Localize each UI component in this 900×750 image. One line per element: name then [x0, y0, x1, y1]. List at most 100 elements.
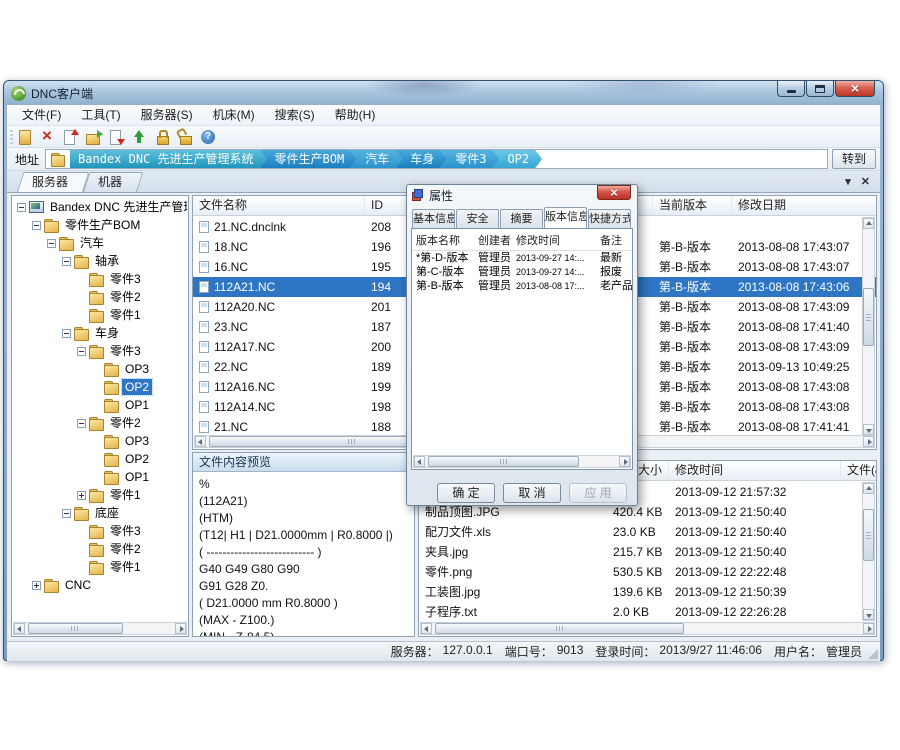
tree-item[interactable]: OP2 [13, 378, 187, 396]
expand-toggle-icon[interactable] [92, 401, 101, 410]
address-field[interactable]: Bandex DNC 先进生产管理系统零件生产BOM汽车车身零件3OP2 [45, 149, 828, 169]
tree-item[interactable]: OP1 [13, 396, 187, 414]
expand-toggle-icon[interactable] [92, 455, 101, 464]
version-row[interactable]: 第-B-版本 管理员 2013-08-08 17:... 老产品程序 [412, 279, 632, 293]
column-header-name[interactable]: 文件名称 [193, 196, 365, 215]
scroll-up-button[interactable] [863, 218, 874, 229]
scroll-left-button[interactable] [421, 623, 432, 634]
scroll-right-button[interactable] [863, 623, 874, 634]
scrollbar-thumb[interactable] [863, 288, 874, 346]
column-header-note[interactable]: 备注 [596, 232, 632, 248]
help-icon[interactable] [199, 128, 218, 146]
go-button[interactable]: 转到 [832, 149, 876, 169]
expand-toggle-icon[interactable] [32, 581, 41, 590]
expand-toggle-icon[interactable] [77, 419, 86, 428]
column-header-creator[interactable]: 创建者 [474, 232, 512, 248]
attachment-row[interactable]: 工装图.jpg 139.6 KB 2013-09-12 21:50:39 [419, 582, 876, 602]
expand-toggle-icon[interactable] [47, 239, 56, 248]
download-file-icon[interactable] [107, 128, 126, 146]
tree-item[interactable]: 零件3 [13, 522, 187, 540]
expand-toggle-icon[interactable] [77, 491, 86, 500]
scroll-down-button[interactable] [863, 424, 874, 435]
attachment-row[interactable]: 夹具.jpg 215.7 KB 2013-09-12 21:50:40 [419, 542, 876, 562]
scroll-up-button[interactable] [863, 483, 874, 494]
scroll-down-button[interactable] [863, 609, 874, 620]
scrollbar-thumb[interactable] [435, 623, 684, 634]
menu-item[interactable]: 搜索(S) [266, 105, 324, 125]
expand-toggle-icon[interactable] [62, 329, 71, 338]
scroll-left-button[interactable] [414, 456, 425, 467]
tree-item[interactable]: OP1 [13, 468, 187, 486]
tree-item[interactable]: 零件1 [13, 486, 187, 504]
dialog-button[interactable]: 确 定 [437, 483, 495, 503]
tree-item[interactable]: 零件1 [13, 306, 187, 324]
dialog-horizontal-scrollbar[interactable] [413, 455, 631, 468]
tree-item[interactable]: 零件2 [13, 414, 187, 432]
dialog-button[interactable]: 应 用 [569, 483, 627, 503]
maximize-button[interactable] [806, 81, 834, 97]
expand-toggle-icon[interactable] [92, 437, 101, 446]
scroll-right-button[interactable] [619, 456, 630, 467]
dialog-button[interactable]: 取 消 [503, 483, 561, 503]
breadcrumb-segment[interactable]: 零件生产BOM [260, 150, 358, 168]
column-header-modified-time[interactable]: 修改时间 [512, 232, 596, 248]
scrollbar-thumb[interactable] [863, 509, 874, 561]
tree-item[interactable]: 零件3 [13, 270, 187, 288]
tree-item[interactable]: OP3 [13, 360, 187, 378]
dialog-tab[interactable]: 快捷方式 [588, 209, 631, 228]
unlock-icon[interactable] [176, 128, 195, 146]
lock-icon[interactable] [153, 128, 172, 146]
minimize-button[interactable] [777, 81, 805, 97]
expand-toggle-icon[interactable] [77, 311, 86, 320]
dialog-titlebar[interactable]: 属性 [407, 185, 637, 205]
column-header-modified[interactable]: 修改时间 [669, 461, 841, 480]
send-to-folder-icon[interactable] [84, 128, 103, 146]
send-icon[interactable] [130, 128, 149, 146]
expand-toggle-icon[interactable] [77, 527, 86, 536]
attachment-row[interactable]: 子程序.txt 2.0 KB 2013-09-12 22:26:28 [419, 602, 876, 621]
tree-item[interactable]: 车身 [13, 324, 187, 342]
tree-item[interactable]: 底座 [13, 504, 187, 522]
panel-tab[interactable]: 机器 [83, 172, 137, 192]
titlebar[interactable]: DNC客户端 [4, 81, 883, 105]
tree-item[interactable]: Bandex DNC 先进生产管理系统 [13, 198, 187, 216]
expand-toggle-icon[interactable] [92, 365, 101, 374]
scroll-left-button[interactable] [14, 623, 25, 634]
breadcrumb-segment[interactable]: 零件3 [440, 150, 499, 168]
breadcrumb-segment[interactable]: OP2 [492, 150, 542, 168]
tree-item[interactable]: OP3 [13, 432, 187, 450]
expand-toggle-icon[interactable] [92, 473, 101, 482]
breadcrumb-segment[interactable]: Bandex DNC 先进生产管理系统 [70, 150, 266, 168]
tree-horizontal-scrollbar[interactable] [13, 622, 187, 635]
expand-toggle-icon[interactable] [17, 203, 26, 212]
close-button[interactable] [835, 81, 875, 97]
menu-item[interactable]: 服务器(S) [132, 105, 202, 125]
attachments-vertical-scrollbar[interactable] [862, 482, 875, 621]
dialog-close-button[interactable] [597, 185, 631, 200]
tree-item[interactable]: CNC [13, 576, 187, 594]
scrollbar-thumb[interactable] [428, 456, 579, 467]
version-row[interactable]: *第-D-版本 管理员 2013-09-27 14:... 最新 [412, 251, 632, 265]
resize-grip[interactable] [868, 649, 878, 659]
tree-item[interactable]: 零件2 [13, 540, 187, 558]
tree-item[interactable]: 零件1 [13, 558, 187, 576]
file-list-vertical-scrollbar[interactable] [862, 217, 875, 436]
expand-toggle-icon[interactable] [77, 347, 86, 356]
scrollbar-thumb[interactable] [28, 623, 123, 634]
dialog-tab[interactable]: 摘要 [500, 209, 543, 228]
menu-item[interactable]: 机床(M) [204, 105, 264, 125]
delete-icon[interactable] [38, 128, 57, 146]
tree-item[interactable]: 零件2 [13, 288, 187, 306]
expand-toggle-icon[interactable] [77, 293, 86, 302]
attachment-row[interactable]: 配刀文件.xls 23.0 KB 2013-09-12 21:50:40 [419, 522, 876, 542]
menu-item[interactable]: 文件(F) [13, 105, 70, 125]
scroll-right-button[interactable] [175, 623, 186, 634]
scroll-left-button[interactable] [195, 436, 206, 447]
menu-item[interactable]: 帮助(H) [326, 105, 385, 125]
column-header-file[interactable]: 文件(&I [841, 461, 876, 480]
scroll-right-button[interactable] [863, 436, 874, 447]
tree-item[interactable]: 汽车 [13, 234, 187, 252]
attachments-horizontal-scrollbar[interactable] [420, 622, 875, 635]
tree-item[interactable]: OP2 [13, 450, 187, 468]
expand-toggle-icon[interactable] [77, 275, 86, 284]
